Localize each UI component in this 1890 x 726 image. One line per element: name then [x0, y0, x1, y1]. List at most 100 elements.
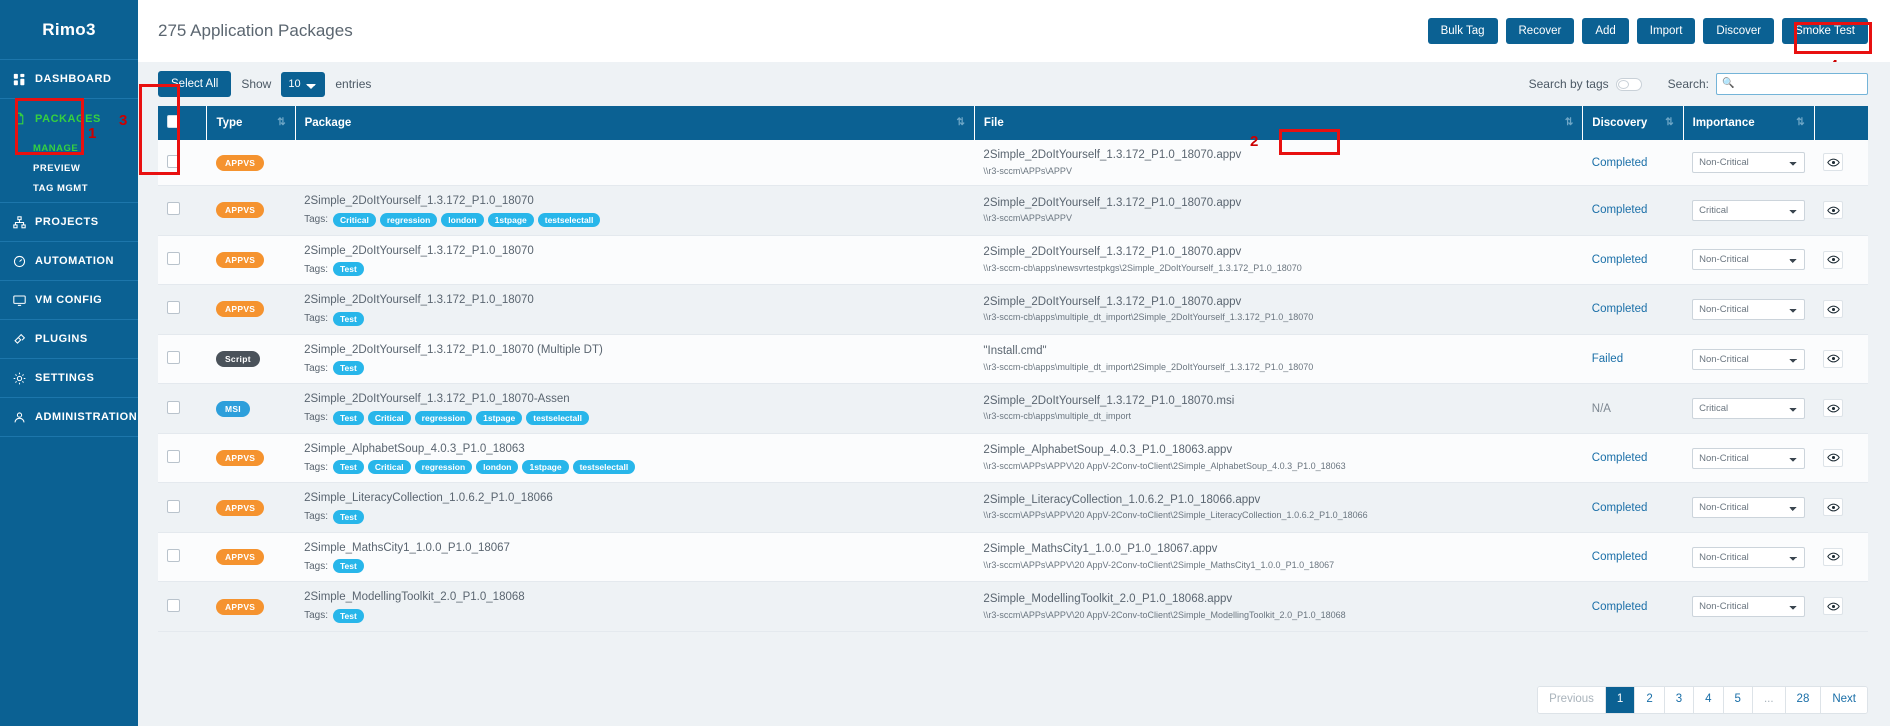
add-button[interactable]: Add [1582, 18, 1629, 44]
tag-chip[interactable]: Test [332, 460, 364, 475]
tag-chip[interactable]: Critical [332, 212, 376, 227]
view-eye-icon[interactable] [1823, 153, 1844, 172]
search-box[interactable]: 🔍 [1716, 73, 1868, 95]
sidebar-subitem-manage[interactable]: MANAGE [0, 138, 138, 158]
view-eye-icon[interactable] [1823, 201, 1844, 220]
row-type-cell: APPVS [206, 140, 296, 187]
tag-chip[interactable]: Test [332, 559, 364, 574]
row-checkbox[interactable] [167, 598, 180, 612]
table-row[interactable]: APPVS 2Simple_LiteracyCollection_1.0.6.2_… [158, 482, 1868, 533]
discovery-column-header[interactable]: Discovery ⇅ [1582, 106, 1684, 140]
pagination-page-3[interactable]: 3 [1664, 687, 1695, 713]
row-checkbox[interactable] [167, 202, 180, 216]
tag-chip[interactable]: regression [414, 410, 473, 425]
sidebar-item-administration[interactable]: ADMINISTRATION [0, 398, 138, 437]
row-checkbox[interactable] [167, 400, 180, 414]
importance-select[interactable]: CriticalNon-Critical [1692, 596, 1806, 618]
sidebar-item-packages[interactable]: PACKAGES [0, 99, 138, 138]
view-eye-icon[interactable] [1823, 399, 1844, 418]
tag-chip[interactable]: testselectall [537, 212, 601, 227]
importance-column-header[interactable]: Importance ⇅ [1683, 106, 1815, 140]
table-row[interactable]: APPVS 2Simple_2DoItYourself_1.3.172_P1.0_… [158, 140, 1868, 187]
row-checkbox[interactable] [167, 499, 180, 513]
recover-button[interactable]: Recover [1505, 18, 1575, 44]
file-column-header[interactable]: File ⇅ [974, 106, 1584, 140]
sidebar-item-settings[interactable]: SETTINGS [0, 359, 138, 398]
page-length-select[interactable]: 102550100 [281, 71, 326, 97]
importance-select[interactable]: CriticalNon-Critical [1692, 298, 1806, 320]
sidebar-item-projects[interactable]: PROJECTS [0, 203, 138, 242]
bulk-tag-button[interactable]: Bulk Tag [1427, 18, 1498, 44]
row-checkbox[interactable] [167, 251, 180, 265]
sidebar-item-automation[interactable]: AUTOMATION [0, 242, 138, 281]
file-name: 2Simple_2DoItYourself_1.3.172_P1.0_18070… [983, 149, 1242, 161]
view-eye-icon[interactable] [1823, 250, 1844, 269]
table-row[interactable]: APPVS 2Simple_2DoItYourself_1.3.172_P1.0_… [158, 235, 1868, 286]
importance-select[interactable]: CriticalNon-Critical [1692, 546, 1806, 568]
importance-select[interactable]: CriticalNon-Critical [1692, 497, 1806, 519]
smoke-test-button[interactable]: Smoke Test [1782, 18, 1868, 44]
row-checkbox[interactable] [167, 351, 180, 364]
tag-chip[interactable]: Test [332, 262, 364, 277]
importance-select[interactable]: CriticalNon-Critical [1692, 249, 1806, 271]
table-row[interactable]: Script 2Simple_2DoItYourself_1.3.172_P1.0… [158, 334, 1868, 385]
row-checkbox[interactable] [167, 154, 180, 168]
select-all-button[interactable]: Select All [158, 71, 232, 97]
tag-chip[interactable]: Critical [367, 410, 411, 425]
importance-select[interactable]: CriticalNon-Critical [1692, 398, 1806, 420]
tag-chip[interactable]: 1stpage [476, 410, 523, 425]
table-row[interactable]: APPVS 2Simple_2DoItYourself_1.3.172_P1.0_… [158, 185, 1868, 236]
view-eye-icon[interactable] [1823, 349, 1844, 368]
tag-chip[interactable]: Test [332, 361, 364, 376]
table-row[interactable]: APPVS 2Simple_AlphabetSoup_4.0.3_P1.0_180… [158, 433, 1868, 484]
pagination-page-2[interactable]: 2 [1635, 687, 1665, 713]
tag-chip[interactable]: 1stpage [522, 460, 569, 475]
view-eye-icon[interactable] [1823, 597, 1844, 616]
type-column-header[interactable]: Type ⇅ [206, 106, 296, 140]
tag-chip[interactable]: 1stpage [487, 212, 534, 227]
tag-chip[interactable]: Critical [367, 460, 411, 475]
table-row[interactable]: MSI 2Simple_2DoItYourself_1.3.172_P1.0_18… [158, 383, 1868, 434]
discover-button[interactable]: Discover [1703, 18, 1775, 44]
table-row[interactable]: APPVS 2Simple_2DoItYourself_1.3.172_P1.0_… [158, 284, 1868, 335]
importance-select[interactable]: CriticalNon-Critical [1692, 199, 1806, 221]
table-row[interactable]: APPVS 2Simple_MathsCity1_1.0.0_P1.0_18067… [158, 532, 1868, 583]
pagination-page-1[interactable]: 1 [1605, 687, 1636, 713]
sidebar-item-dashboard[interactable]: DASHBOARD [0, 60, 138, 99]
row-checkbox[interactable] [167, 301, 180, 315]
pagination-previous[interactable]: Previous [1538, 687, 1606, 713]
importance-select[interactable]: CriticalNon-Critical [1692, 447, 1806, 469]
row-checkbox[interactable] [167, 450, 180, 464]
view-eye-icon[interactable] [1823, 300, 1844, 319]
row-checkbox[interactable] [167, 549, 180, 563]
pagination-page-4[interactable]: 4 [1694, 687, 1724, 713]
search-by-tags-toggle[interactable] [1615, 77, 1642, 91]
table-row[interactable]: APPVS 2Simple_ModellingToolkit_2.0_P1.0_1… [158, 581, 1868, 632]
tag-chip[interactable]: Test [332, 410, 364, 425]
tag-chip[interactable]: london [441, 212, 484, 227]
importance-select[interactable]: CriticalNon-Critical [1692, 152, 1806, 174]
tag-chip[interactable]: testselectall [572, 460, 636, 475]
view-eye-icon[interactable] [1823, 498, 1844, 517]
pagination-page-5[interactable]: 5 [1723, 687, 1753, 713]
sidebar-item-vm-config[interactable]: VM CONFIG [0, 281, 138, 320]
tag-chip[interactable]: testselectall [526, 410, 589, 425]
tag-chip[interactable]: Test [332, 509, 364, 524]
select-all-checkbox[interactable] [167, 115, 180, 128]
pagination-page-28[interactable]: 28 [1785, 687, 1822, 713]
tag-chip[interactable]: london [476, 460, 519, 475]
pagination-next[interactable]: Next [1821, 687, 1867, 713]
tag-chip[interactable]: Test [332, 311, 364, 326]
sidebar-subitem-preview[interactable]: PREVIEW [0, 158, 138, 178]
tag-chip[interactable]: regression [379, 212, 438, 227]
sidebar-item-plugins[interactable]: PLUGINS [0, 320, 138, 359]
import-button[interactable]: Import [1636, 18, 1696, 44]
sidebar-subitem-tag-mgmt[interactable]: TAG MGMT [0, 178, 138, 198]
view-eye-icon[interactable] [1823, 547, 1844, 566]
tag-chip[interactable]: Test [332, 608, 364, 623]
importance-select[interactable]: CriticalNon-Critical [1692, 348, 1806, 370]
view-eye-icon[interactable] [1823, 448, 1844, 467]
package-column-header[interactable]: Package ⇅ [295, 106, 975, 140]
tag-chip[interactable]: regression [414, 460, 473, 475]
search-input[interactable] [1739, 78, 1862, 90]
